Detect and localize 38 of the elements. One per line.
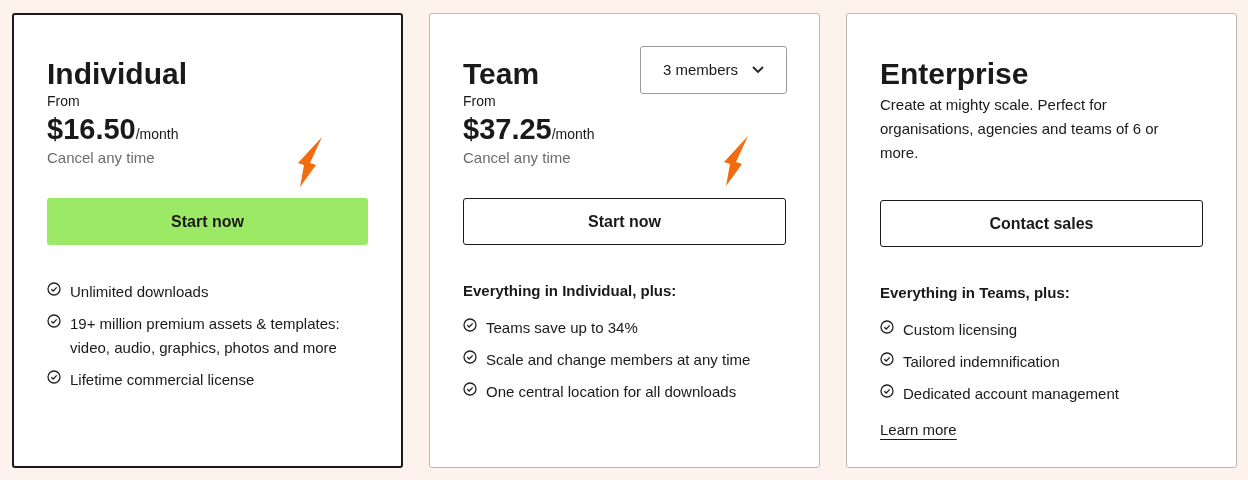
price-period: /month <box>551 126 595 144</box>
check-circle-icon <box>880 319 894 334</box>
features-heading: Everything in Teams, plus: <box>880 283 1071 303</box>
from-label: From <box>463 92 497 111</box>
feature-text: Teams save up to 34% <box>486 317 638 338</box>
members-dropdown[interactable]: 3 members <box>640 46 787 94</box>
from-label: From <box>47 92 81 111</box>
feature-text: Custom licensing <box>903 319 1018 340</box>
check-circle-icon <box>47 314 61 328</box>
price: $37.25 <box>463 113 552 145</box>
plan-title: Individual <box>47 57 187 91</box>
check-circle-icon <box>47 282 61 296</box>
features-heading: Everything in Individual, plus: <box>463 281 678 301</box>
feature-text: One central location for all downloads <box>486 381 737 402</box>
check-circle-icon <box>880 383 894 398</box>
check-circle-icon <box>880 351 894 366</box>
check-circle-icon <box>463 317 477 332</box>
price: $16.50 <box>47 113 136 145</box>
check-circle-icon <box>47 370 61 384</box>
check-circle-icon <box>463 381 477 396</box>
check-circle-icon <box>463 349 477 364</box>
learn-more-link[interactable]: Learn more <box>880 418 957 441</box>
plan-button[interactable]: Start now <box>47 198 368 245</box>
feature-text: Tailored indemnification <box>903 351 1060 372</box>
plan-button[interactable]: Start now <box>463 198 786 245</box>
cancel-note: Cancel any time <box>47 148 156 168</box>
feature-text: Lifetime commercial license <box>70 370 255 390</box>
plan-description: Create at mighty scale. Perfect for organisations, agencies and teams of 6 or more. <box>880 95 1160 163</box>
plan-title: Team <box>463 57 540 91</box>
price-period: /month <box>135 126 179 144</box>
plan-button[interactable]: Contact sales <box>880 200 1203 247</box>
feature-text: 19+ million premium assets & templates: video, audio, graphics, photos and more <box>70 314 341 358</box>
cancel-note: Cancel any time <box>463 148 572 168</box>
plan-title: Enterprise <box>880 57 1029 91</box>
feature-text: Scale and change members at any time <box>486 349 751 370</box>
feature-text: Unlimited downloads <box>70 282 209 302</box>
chevron-down-icon <box>752 66 764 74</box>
feature-text: Dedicated account management <box>903 383 1119 404</box>
